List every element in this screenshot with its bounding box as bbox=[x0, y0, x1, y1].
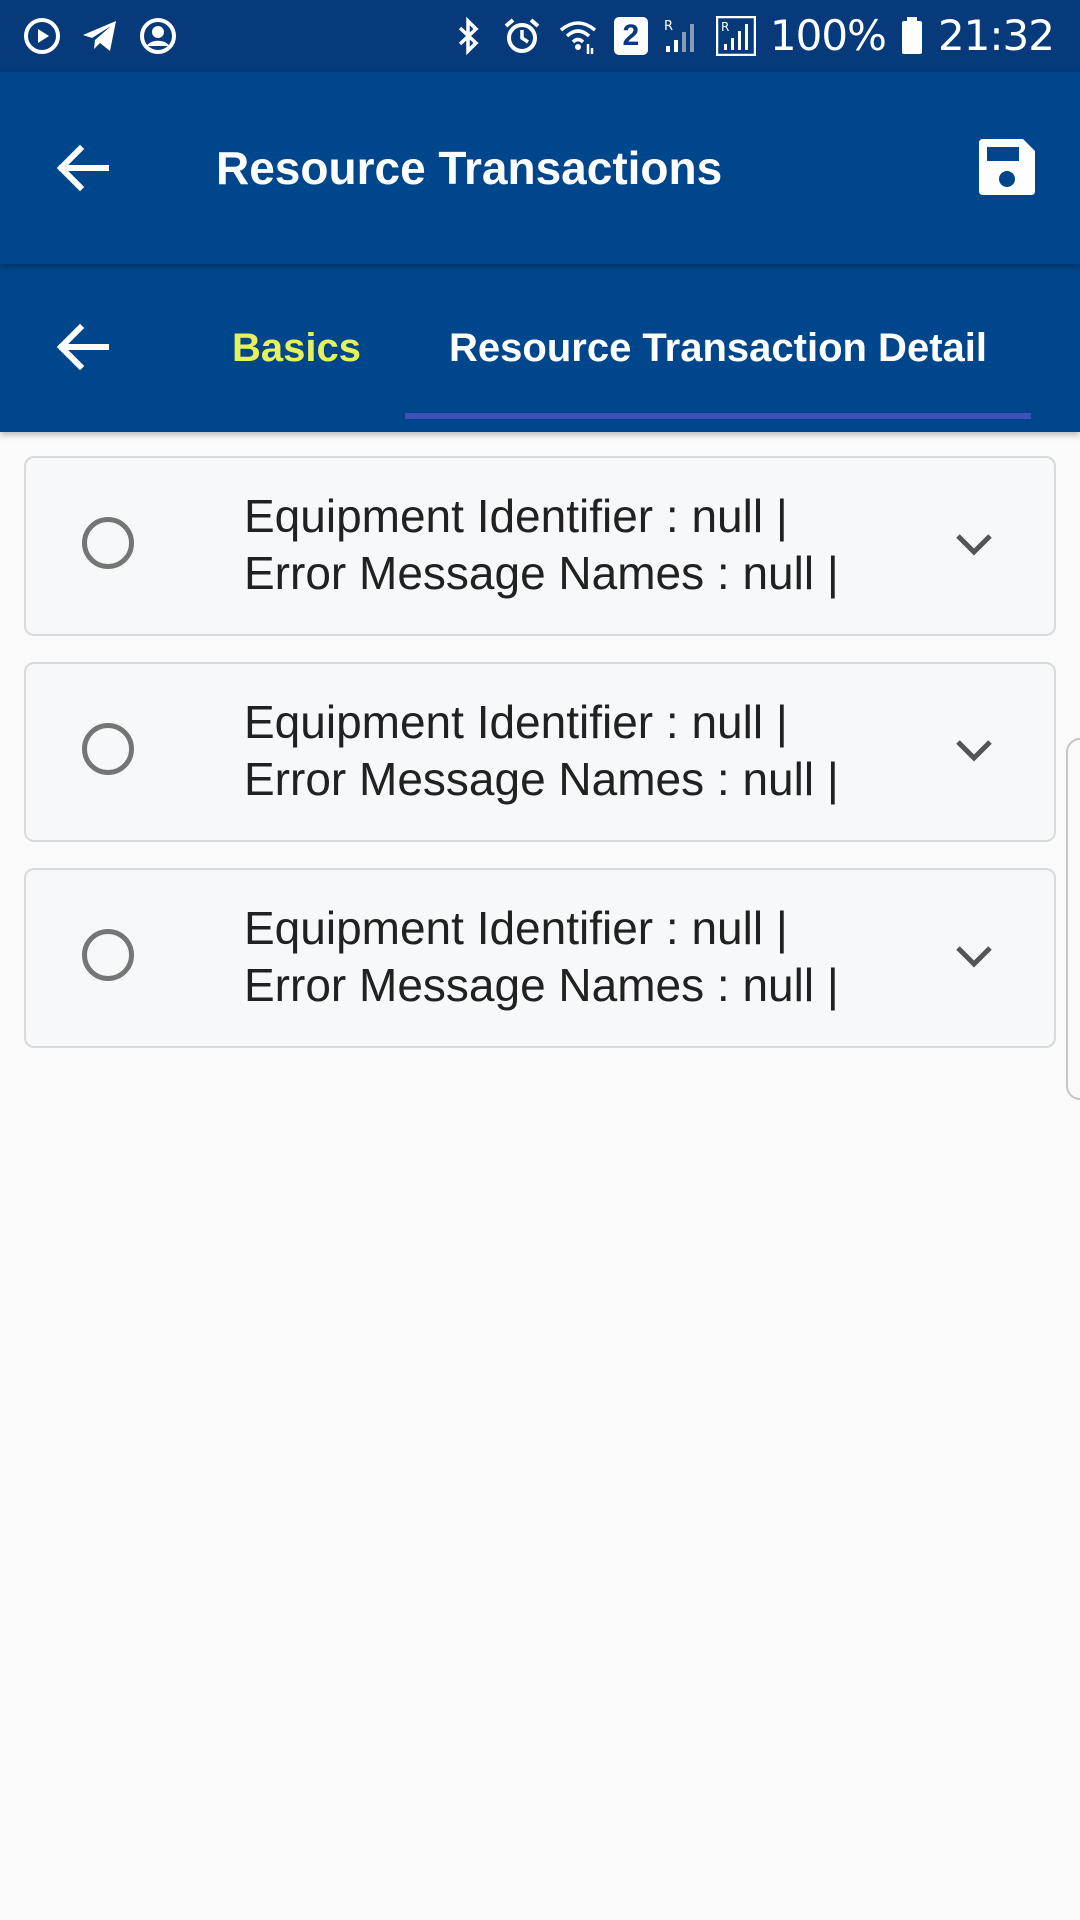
equipment-identifier-text: Equipment Identifier : null | bbox=[244, 490, 788, 542]
tab-bar: Basics Resource Transaction Detail bbox=[0, 264, 1080, 432]
arrow-left-icon[interactable] bbox=[50, 135, 116, 201]
tab-indicator bbox=[405, 413, 1031, 419]
side-panel-handle[interactable] bbox=[1066, 738, 1080, 1100]
status-bar-left bbox=[22, 14, 178, 58]
radio-button[interactable] bbox=[82, 723, 134, 775]
signal-icon: R bbox=[715, 16, 756, 56]
status-bar-right: 2 R R 100% 21:32 bbox=[448, 10, 1055, 62]
error-message-names-text: Error Message Names : null | bbox=[244, 753, 839, 805]
bluetooth-icon bbox=[458, 16, 479, 56]
error-message-names-text: Error Message Names : null | bbox=[244, 547, 839, 599]
tab-resource-transaction-detail[interactable]: Resource Transaction Detail bbox=[404, 320, 1032, 376]
radio-button[interactable] bbox=[82, 929, 134, 981]
status-bar: 2 R R 100% 21:32 bbox=[0, 0, 1080, 72]
notification-badge: 2 bbox=[613, 17, 648, 55]
battery-icon bbox=[901, 17, 922, 54]
chevron-down-icon[interactable] bbox=[950, 936, 998, 976]
list-item-text: Equipment Identifier : null | Error Mess… bbox=[244, 900, 924, 1014]
list-item[interactable]: Equipment Identifier : null | Error Mess… bbox=[24, 456, 1056, 636]
chevron-down-icon[interactable] bbox=[950, 524, 998, 564]
battery-percent: 100% bbox=[769, 11, 887, 60]
chevron-down-icon[interactable] bbox=[950, 730, 998, 770]
transaction-list: Equipment Identifier : null | Error Mess… bbox=[24, 456, 1056, 1074]
wifi-icon bbox=[559, 21, 596, 54]
save-floppy-icon[interactable] bbox=[975, 135, 1039, 199]
equipment-identifier-text: Equipment Identifier : null | bbox=[244, 902, 788, 954]
svg-text:R: R bbox=[664, 19, 673, 34]
status-time: 21:32 bbox=[937, 11, 1055, 60]
play-circle-icon bbox=[24, 18, 60, 54]
equipment-identifier-text: Equipment Identifier : null | bbox=[244, 696, 788, 748]
error-message-names-text: Error Message Names : null | bbox=[244, 959, 839, 1011]
list-item-text: Equipment Identifier : null | Error Mess… bbox=[244, 694, 924, 808]
page-title: Resource Transactions bbox=[216, 142, 723, 194]
account-circle-icon bbox=[140, 18, 176, 54]
alarm-icon bbox=[504, 18, 540, 53]
app-bar: Resource Transactions bbox=[0, 72, 1080, 264]
telegram-icon bbox=[83, 21, 116, 51]
tab-basics[interactable]: Basics bbox=[232, 320, 361, 376]
signal-icon: R bbox=[664, 19, 694, 52]
list-item[interactable]: Equipment Identifier : null | Error Mess… bbox=[24, 868, 1056, 1048]
arrow-left-icon[interactable] bbox=[50, 314, 116, 380]
svg-text:R: R bbox=[721, 20, 729, 34]
list-item[interactable]: Equipment Identifier : null | Error Mess… bbox=[24, 662, 1056, 842]
list-item-text: Equipment Identifier : null | Error Mess… bbox=[244, 488, 924, 602]
radio-button[interactable] bbox=[82, 517, 134, 569]
